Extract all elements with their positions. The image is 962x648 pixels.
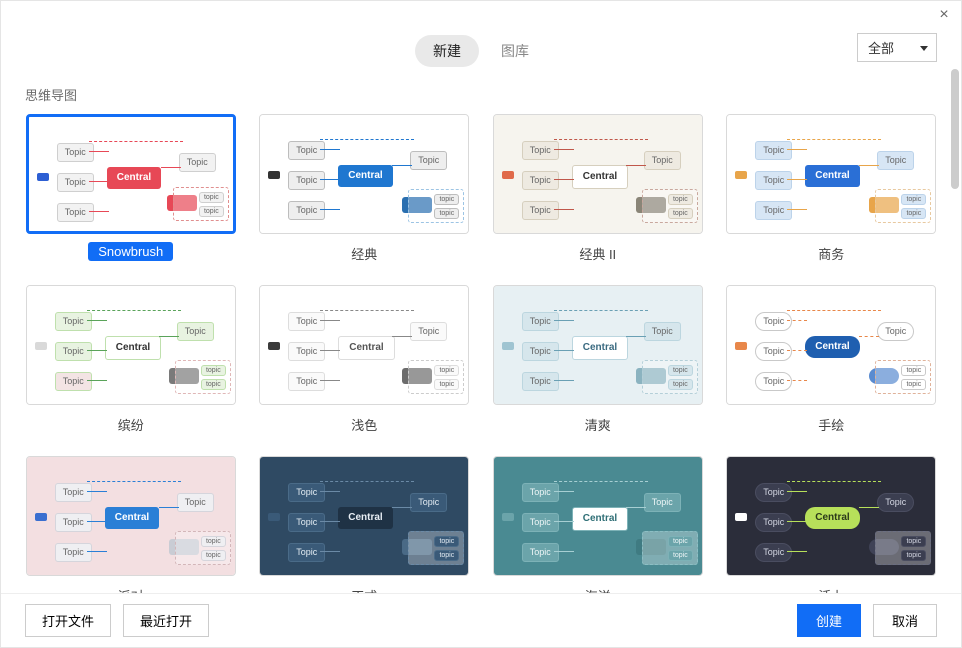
template-thumbnail: CentralTopicTopicTopicTopictopictopic <box>493 114 703 234</box>
section-title: 思维导图 <box>25 85 937 104</box>
template-thumbnail: CentralTopicTopicTopicTopictopictopic <box>493 456 703 576</box>
template-label: 清爽 <box>575 413 621 436</box>
template-label: 缤纷 <box>108 413 154 436</box>
category-filter-dropdown[interactable]: 全部 <box>857 33 937 62</box>
template-ocean[interactable]: CentralTopicTopicTopicTopictopictopic 海洋 <box>492 456 704 593</box>
recent-files-button[interactable]: 最近打开 <box>123 604 209 637</box>
template-label: 海洋 <box>575 584 621 593</box>
template-thumbnail: CentralTopicTopicTopicTopictopictopic <box>726 285 936 405</box>
vertical-scrollbar[interactable] <box>951 69 959 189</box>
cancel-button[interactable]: 取消 <box>873 604 937 637</box>
header: 新建图库 全部 <box>1 33 961 69</box>
template-label: 商务 <box>808 242 854 265</box>
template-colorful[interactable]: CentralTopicTopicTopicTopictopictopic 缤纷 <box>25 285 237 436</box>
template-label: 正式 <box>341 584 387 593</box>
template-light[interactable]: CentralTopicTopicTopicTopictopictopic 浅色 <box>259 285 471 436</box>
template-thumbnail: CentralTopicTopicTopicTopictopictopic <box>26 456 236 576</box>
tab-bar: 新建图库 <box>415 35 547 67</box>
template-fresh[interactable]: CentralTopicTopicTopicTopictopictopic 清爽 <box>492 285 704 436</box>
template-label: Snowbrush <box>88 242 173 261</box>
template-label: 经典 II <box>569 242 626 265</box>
filter-selected-label: 全部 <box>868 38 894 57</box>
template-label: 经典 <box>341 242 387 265</box>
template-thumbnail: CentralTopicTopicTopicTopictopictopic <box>726 114 936 234</box>
template-thumbnail: CentralTopicTopicTopicTopictopictopic <box>259 456 469 576</box>
open-file-button[interactable]: 打开文件 <box>25 604 111 637</box>
template-thumbnail: CentralTopicTopicTopicTopictopictopic <box>26 114 236 234</box>
tab-new[interactable]: 新建 <box>415 35 479 67</box>
template-thumbnail: CentralTopicTopicTopicTopictopictopic <box>726 456 936 576</box>
template-energy[interactable]: CentralTopicTopicTopicTopictopictopic 活力 <box>726 456 938 593</box>
template-thumbnail: CentralTopicTopicTopicTopictopictopic <box>259 285 469 405</box>
template-label: 派对 <box>108 584 154 593</box>
template-thumbnail: CentralTopicTopicTopicTopictopictopic <box>259 114 469 234</box>
create-button[interactable]: 创建 <box>797 604 861 637</box>
template-classic2[interactable]: CentralTopicTopicTopicTopictopictopic 经典 … <box>492 114 704 265</box>
template-label: 活力 <box>808 584 854 593</box>
template-classic[interactable]: CentralTopicTopicTopicTopictopictopic 经典 <box>259 114 471 265</box>
template-grid: CentralTopicTopicTopicTopictopictopic Sno… <box>25 114 937 593</box>
template-thumbnail: CentralTopicTopicTopicTopictopictopic <box>493 285 703 405</box>
footer: 打开文件 最近打开 创建 取消 <box>1 593 961 647</box>
tab-gallery[interactable]: 图库 <box>483 35 547 67</box>
template-label: 手绘 <box>808 413 854 436</box>
template-party[interactable]: CentralTopicTopicTopicTopictopictopic 派对 <box>25 456 237 593</box>
template-thumbnail: CentralTopicTopicTopicTopictopictopic <box>26 285 236 405</box>
template-business[interactable]: CentralTopicTopicTopicTopictopictopic 商务 <box>726 114 938 265</box>
close-button[interactable]: × <box>935 6 953 24</box>
template-handdrawn[interactable]: CentralTopicTopicTopicTopictopictopic 手绘 <box>726 285 938 436</box>
template-formal[interactable]: CentralTopicTopicTopicTopictopictopic 正式 <box>259 456 471 593</box>
template-label: 浅色 <box>341 413 387 436</box>
template-scroll-area[interactable]: 思维导图 CentralTopicTopicTopicTopictopictop… <box>1 69 961 593</box>
template-snowbrush[interactable]: CentralTopicTopicTopicTopictopictopic Sno… <box>25 114 237 265</box>
